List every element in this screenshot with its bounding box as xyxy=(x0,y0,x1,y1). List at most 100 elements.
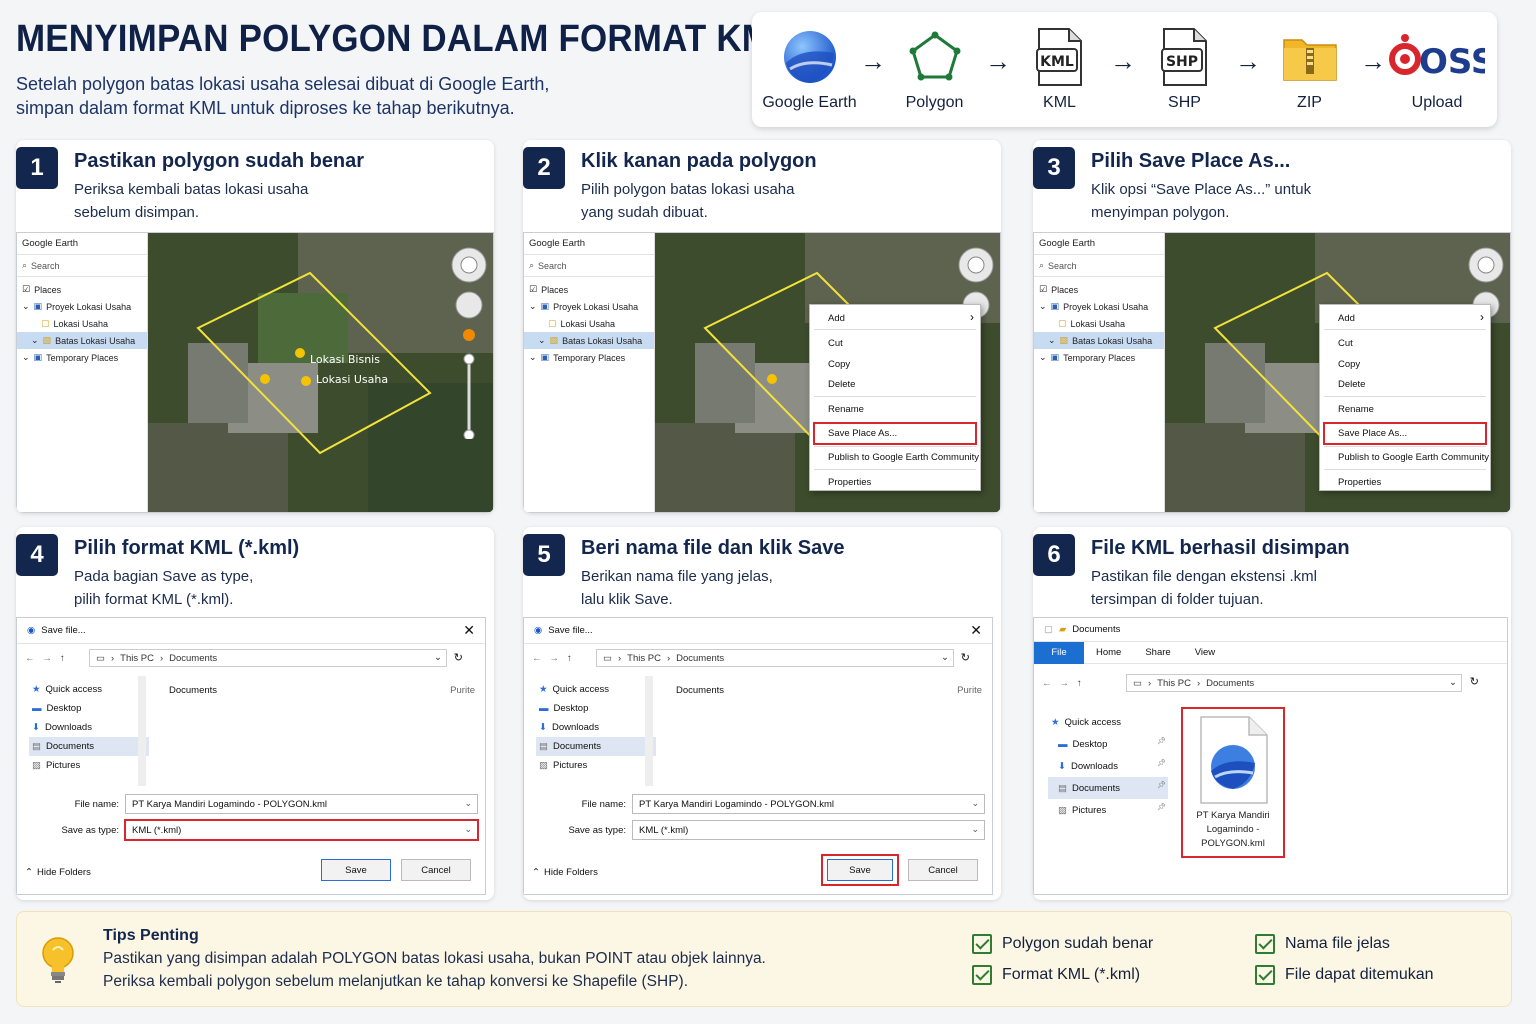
explorer-screenshot: ▢ ▰ Documents File Home Share View ← → ↑ ▭ › T… xyxy=(1033,617,1508,895)
saved-file-item[interactable]: PT Karya Mandiri Logamindo - POLYGON.kml xyxy=(1181,707,1285,858)
tab-share[interactable]: Share xyxy=(1145,647,1170,658)
menu-item-publish[interactable]: Publish to Google Earth Community xyxy=(828,452,979,463)
forward-icon[interactable]: → xyxy=(550,653,560,664)
tree-item-batas[interactable]: ⌄ ▧ Batas Lokasi Usaha xyxy=(524,332,654,349)
map-imagery: Lokasi Bisnis Lokasi Usaha xyxy=(148,233,493,512)
tree-item-batas[interactable]: ⌄ ▧ Batas Lokasi Usaha xyxy=(17,332,147,349)
satellite-map[interactable]: Lokasi Bisnis Lokasi Usaha xyxy=(148,233,493,512)
back-icon[interactable]: ← xyxy=(25,653,35,664)
tree-item-batas[interactable]: ⌄ ▧ Batas Lokasi Usaha xyxy=(1034,332,1164,349)
tree-item-temporary[interactable]: ⌄ ▣ Temporary Places xyxy=(17,349,147,366)
nav-downloads[interactable]: ⬇Downloads📌︎ xyxy=(536,718,656,737)
subtitle-line-1: Setelah polygon batas lokasi usaha seles… xyxy=(16,74,550,94)
refresh-icon[interactable]: ↻ xyxy=(1470,675,1479,688)
nav-quick-access[interactable]: ★ Quick access xyxy=(29,680,149,699)
save-type-select[interactable]: KML (*.kml) ⌄ xyxy=(632,820,985,840)
menu-item-save-place-as[interactable]: Save Place As... xyxy=(1338,428,1407,439)
tips-title: Tips Penting xyxy=(103,927,199,944)
save-button[interactable]: Save xyxy=(321,859,391,881)
document-icon: ▤ xyxy=(1058,782,1067,794)
tree-item-places[interactable]: ☑ Places xyxy=(1034,281,1164,298)
address-bar[interactable]: ▭ › This PC › Documents ⌄ xyxy=(1126,674,1462,692)
hide-folders-toggle[interactable]: ⌃ Hide Folders xyxy=(25,867,91,878)
tree-item-temporary[interactable]: ⌄ ▣ Temporary Places xyxy=(524,349,654,366)
desktop-icon: ▬ xyxy=(539,703,549,714)
close-icon[interactable]: ✕ xyxy=(463,622,475,639)
tree-item-temporary[interactable]: ⌄ ▣ Temporary Places xyxy=(1034,349,1164,366)
nav-desktop[interactable]: ▬Desktop📌︎ xyxy=(29,699,149,718)
nav-desktop[interactable]: ▬Desktop📌︎ xyxy=(536,699,656,718)
nav-pictures[interactable]: ▨Pictures📌︎ xyxy=(536,756,656,775)
address-bar[interactable]: ▭ › This PC › Documents ⌄ xyxy=(596,649,954,667)
menu-item-copy[interactable]: Copy xyxy=(828,359,850,370)
file-name-input[interactable]: PT Karya Mandiri Logamindo - POLYGON.kml… xyxy=(125,794,478,814)
step-description: Klik opsi “Save Place As...” untuk menyim… xyxy=(1091,181,1312,221)
scrollbar[interactable] xyxy=(138,676,146,786)
up-icon[interactable]: ↑ xyxy=(567,653,572,664)
tree-item-lokasi[interactable]: ▢ Lokasi Usaha xyxy=(524,315,654,332)
tree-item-places[interactable]: ☑ Places xyxy=(524,281,654,298)
refresh-icon[interactable]: ↻ xyxy=(961,651,970,664)
close-icon[interactable]: ✕ xyxy=(970,622,982,639)
nav-downloads[interactable]: ⬇Downloads📌︎ xyxy=(1048,755,1168,777)
hide-folders-toggle[interactable]: ⌃ Hide Folders xyxy=(532,867,598,878)
search-box[interactable]: ⌕ Search xyxy=(1034,255,1164,277)
back-icon[interactable]: ← xyxy=(1042,678,1052,689)
nav-documents[interactable]: ▤Documents📌︎ xyxy=(1048,777,1168,799)
save-dialog-screenshot: ◉ Save file... ✕ ← → ↑ ▭ › This PC › Documents ⌄… xyxy=(16,617,486,895)
file-name-input[interactable]: PT Karya Mandiri Logamindo - POLYGON.kml… xyxy=(632,794,985,814)
forward-icon[interactable]: → xyxy=(43,653,53,664)
menu-item-publish[interactable]: Publish to Google Earth Community xyxy=(1338,452,1489,463)
tree-item-project[interactable]: ⌄ ▣ Proyek Lokasi Usaha xyxy=(1034,298,1164,315)
up-icon[interactable]: ↑ xyxy=(1077,678,1082,689)
menu-item-cut[interactable]: Cut xyxy=(1338,338,1353,349)
nav-documents[interactable]: ▤Documents📌︎ xyxy=(29,737,149,756)
menu-item-rename[interactable]: Rename xyxy=(828,404,864,415)
menu-item-delete[interactable]: Delete xyxy=(1338,379,1365,390)
nav-desktop[interactable]: ▬Desktop📌︎ xyxy=(1048,733,1168,755)
tree-item-lokasi[interactable]: ▢ Lokasi Usaha xyxy=(17,315,147,332)
menu-item-rename[interactable]: Rename xyxy=(1338,404,1374,415)
pin-icon: 📌︎ xyxy=(1157,738,1166,745)
chevron-down-icon: ⌄ xyxy=(1039,352,1047,362)
menu-item-properties[interactable]: Properties xyxy=(1338,477,1381,488)
cancel-button[interactable]: Cancel xyxy=(401,859,471,881)
nav-pictures[interactable]: ▨Pictures📌︎ xyxy=(1048,799,1168,821)
tab-file[interactable]: File xyxy=(1034,641,1084,664)
menu-item-add[interactable]: Add xyxy=(1338,313,1355,324)
refresh-icon[interactable]: ↻ xyxy=(454,651,463,664)
tab-home[interactable]: Home xyxy=(1096,647,1121,658)
step-title: Pilih Save Place As... xyxy=(1091,150,1291,172)
menu-item-add[interactable]: Add xyxy=(828,313,845,324)
search-box[interactable]: ⌕ Search xyxy=(17,255,147,277)
tree-item-lokasi[interactable]: ▢ Lokasi Usaha xyxy=(1034,315,1164,332)
chevron-down-icon: ⌄ xyxy=(529,301,537,311)
star-icon: ★ xyxy=(32,684,41,695)
menu-item-delete[interactable]: Delete xyxy=(828,379,855,390)
placemark-icon: ▢ xyxy=(41,318,50,328)
save-button[interactable]: Save xyxy=(827,859,893,881)
forward-icon[interactable]: → xyxy=(1060,678,1070,689)
address-bar[interactable]: ▭ › This PC › Documents ⌄ xyxy=(89,649,447,667)
tree-item-project[interactable]: ⌄ ▣ Proyek Lokasi Usaha xyxy=(17,298,147,315)
tree-item-project[interactable]: ⌄ ▣ Proyek Lokasi Usaha xyxy=(524,298,654,315)
nav-quick-access[interactable]: ★ Quick access xyxy=(536,680,656,699)
tab-view[interactable]: View xyxy=(1195,647,1215,658)
up-icon[interactable]: ↑ xyxy=(60,653,65,664)
save-type-select[interactable]: KML (*.kml) ⌄ xyxy=(124,819,479,841)
menu-item-copy[interactable]: Copy xyxy=(1338,359,1360,370)
menu-item-cut[interactable]: Cut xyxy=(828,338,843,349)
nav-quick-access[interactable]: ★ Quick access xyxy=(1048,711,1168,733)
nav-pictures[interactable]: ▨Pictures📌︎ xyxy=(29,756,149,775)
scrollbar[interactable] xyxy=(645,676,653,786)
nav-documents[interactable]: ▤Documents📌︎ xyxy=(536,737,656,756)
search-box[interactable]: ⌕ Search xyxy=(524,255,654,277)
nav-downloads[interactable]: ⬇Downloads📌︎ xyxy=(29,718,149,737)
cancel-button[interactable]: Cancel xyxy=(908,859,978,881)
map-navigation[interactable] xyxy=(451,239,487,444)
polygon-item-icon: ▧ xyxy=(1059,335,1069,345)
back-icon[interactable]: ← xyxy=(532,653,542,664)
tree-item-places[interactable]: ☑ Places xyxy=(17,281,147,298)
menu-item-properties[interactable]: Properties xyxy=(828,477,871,488)
menu-item-save-place-as[interactable]: Save Place As... xyxy=(828,428,897,439)
